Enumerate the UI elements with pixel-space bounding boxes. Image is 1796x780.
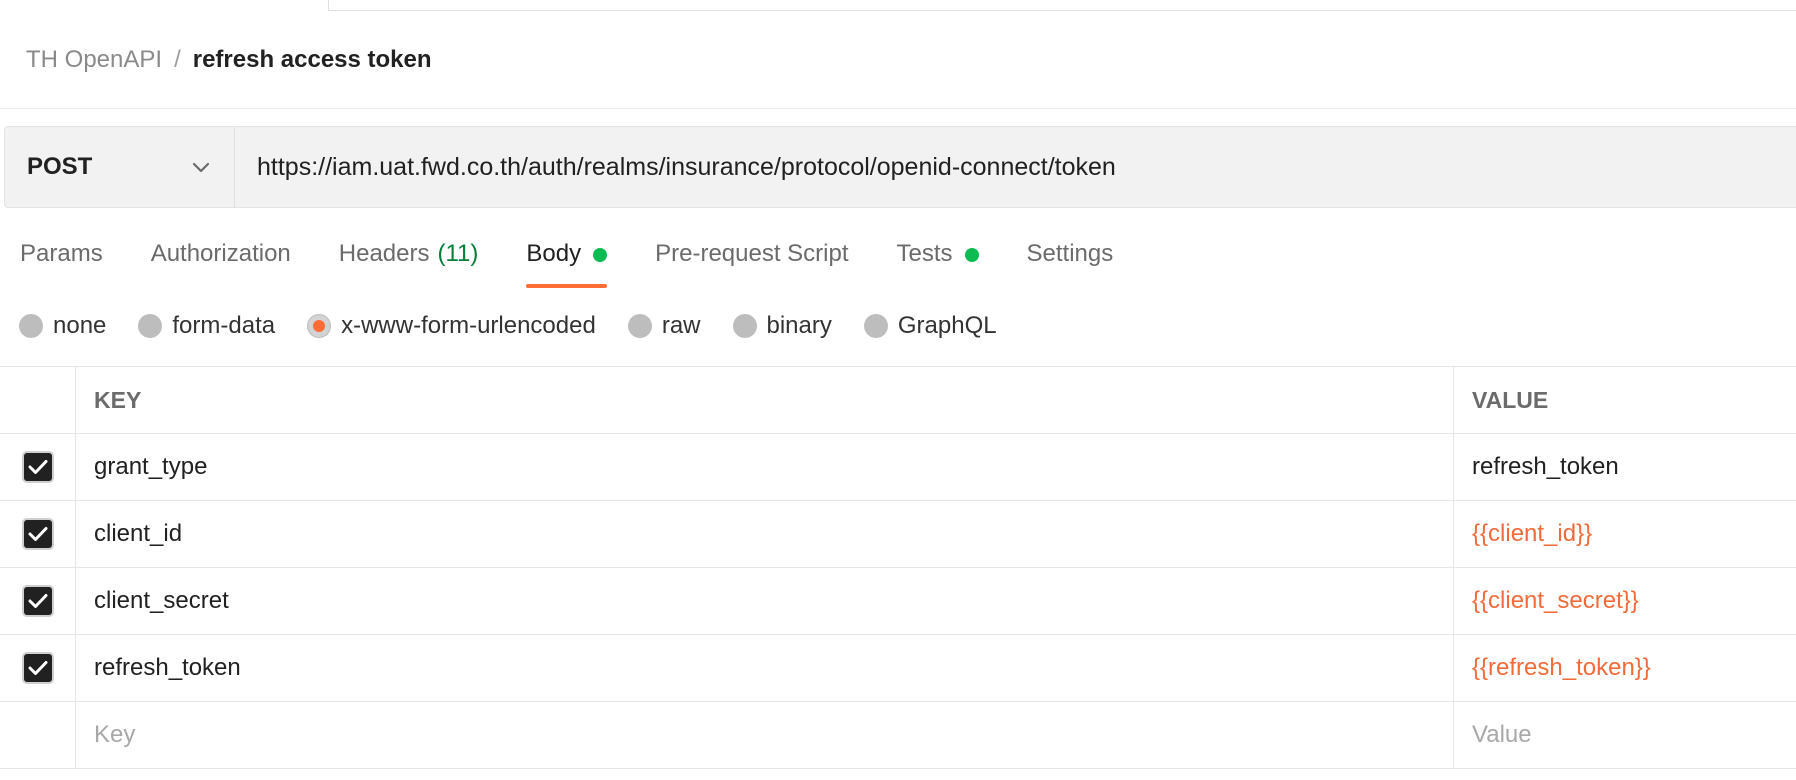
tab-params[interactable]: Params	[20, 232, 103, 288]
body-type-label: binary	[766, 312, 832, 339]
chevron-down-icon	[190, 156, 212, 178]
breadcrumb-separator: /	[174, 46, 181, 73]
body-type-binary[interactable]: binary	[732, 312, 832, 340]
breadcrumb: TH OpenAPI / refresh access token	[26, 42, 432, 78]
check-icon	[28, 594, 47, 608]
tab-label: Authorization	[150, 240, 291, 267]
check-icon	[28, 661, 47, 675]
row-check-cell	[0, 635, 76, 701]
headers-count-badge: (11)	[437, 240, 479, 267]
body-type-label: form-data	[172, 312, 276, 339]
top-strip	[0, 0, 1796, 12]
table-row: client_id {{client_id}}	[0, 501, 1796, 568]
radio-button[interactable]	[732, 314, 757, 338]
tab-label: Params	[20, 240, 103, 267]
body-type-label: GraphQL	[897, 312, 997, 339]
row-key[interactable]: grant_type	[76, 434, 1454, 500]
row-checkbox[interactable]	[21, 585, 54, 617]
body-type-label: raw	[661, 312, 701, 339]
row-key[interactable]: client_id	[76, 501, 1454, 567]
breadcrumb-collection[interactable]: TH OpenAPI	[26, 46, 162, 74]
body-type-none[interactable]: none	[19, 312, 106, 340]
header-check-cell	[0, 367, 76, 433]
method-label: POST	[27, 153, 93, 180]
body-type-form-data[interactable]: form-data	[138, 312, 275, 340]
row-checkbox[interactable]	[21, 451, 54, 483]
row-check-cell	[0, 702, 76, 768]
tab-bar-underline	[329, 10, 1796, 11]
row-value[interactable]: {{refresh_token}}	[1454, 635, 1796, 701]
row-check-cell	[0, 501, 76, 567]
column-header-value: VALUE	[1472, 386, 1549, 413]
body-type-options: none form-data x-www-form-urlencoded raw…	[19, 306, 1029, 346]
radio-button[interactable]	[138, 314, 163, 338]
tab-authorization[interactable]: Authorization	[151, 232, 291, 288]
url-input[interactable]	[235, 127, 1796, 207]
table-row: grant_type refresh_token	[0, 434, 1796, 501]
tests-indicator-dot	[964, 248, 979, 262]
tab-label: Pre-request Script	[655, 240, 849, 267]
key-value-table: KEY VALUE grant_type refresh_token clien…	[0, 366, 1796, 769]
new-row: Key Value	[0, 702, 1796, 769]
request-tabs: Params Authorization Headers (11) Body P…	[20, 232, 1161, 288]
tab-body[interactable]: Body	[526, 232, 608, 288]
body-type-label: none	[53, 312, 107, 339]
row-check-cell	[0, 568, 76, 634]
table-row: client_secret {{client_secret}}	[0, 568, 1796, 635]
body-type-x-www-form-urlencoded[interactable]: x-www-form-urlencoded	[307, 312, 596, 340]
tab-settings[interactable]: Settings	[1027, 232, 1114, 288]
row-value[interactable]: {{client_secret}}	[1454, 568, 1796, 634]
check-icon	[28, 460, 47, 474]
new-value-input[interactable]: Value	[1454, 702, 1796, 768]
tab-tests[interactable]: Tests	[897, 232, 979, 288]
body-type-raw[interactable]: raw	[627, 312, 701, 340]
breadcrumb-request-name[interactable]: refresh access token	[193, 46, 432, 74]
column-header-key: KEY	[76, 367, 1454, 433]
tab-headers[interactable]: Headers (11)	[339, 232, 479, 288]
radio-button-selected[interactable]	[307, 314, 332, 338]
header-divider	[0, 108, 1796, 109]
row-value[interactable]: {{client_id}}	[1454, 501, 1796, 567]
tab-pre-request-script[interactable]: Pre-request Script	[655, 232, 848, 288]
row-checkbox[interactable]	[21, 518, 54, 550]
row-value[interactable]: refresh_token	[1454, 434, 1796, 500]
row-checkbox[interactable]	[21, 652, 54, 684]
tab-label: Headers	[338, 240, 430, 267]
radio-button[interactable]	[863, 314, 888, 338]
row-check-cell	[0, 434, 76, 500]
check-icon	[28, 527, 47, 541]
radio-button[interactable]	[627, 314, 652, 338]
table-row: refresh_token {{refresh_token}}	[0, 635, 1796, 702]
tab-label: Body	[526, 240, 582, 267]
url-bar: POST	[4, 126, 1796, 208]
method-select[interactable]: POST	[5, 127, 235, 207]
tab-label: Tests	[896, 240, 953, 267]
body-indicator-dot	[593, 248, 608, 262]
tab-label: Settings	[1026, 240, 1114, 267]
row-key[interactable]: client_secret	[76, 568, 1454, 634]
row-key[interactable]: refresh_token	[76, 635, 1454, 701]
active-tab-underline	[526, 284, 608, 288]
body-type-graphql[interactable]: GraphQL	[863, 312, 997, 340]
table-header-row: KEY VALUE	[0, 366, 1796, 434]
radio-button[interactable]	[19, 314, 43, 338]
body-type-label: x-www-form-urlencoded	[341, 312, 596, 339]
new-key-input[interactable]: Key	[76, 702, 1454, 768]
